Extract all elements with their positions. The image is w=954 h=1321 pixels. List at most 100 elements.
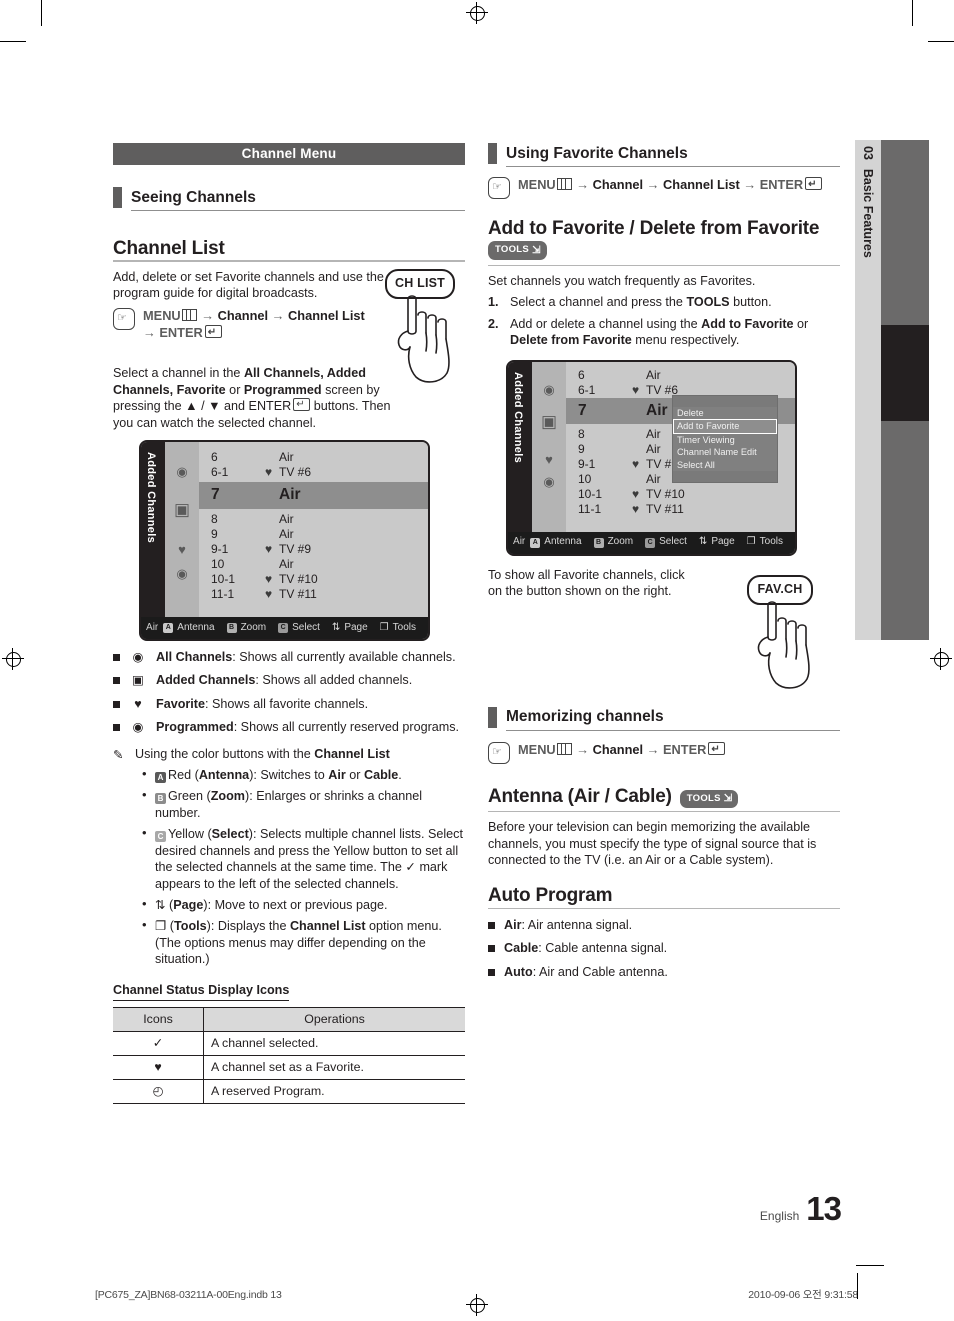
tv-row-heart xyxy=(265,450,279,465)
tv-side-label: Added Channels xyxy=(512,371,524,463)
tv-bottom-antenna[interactable]: A Antenna xyxy=(163,620,215,636)
heading-rule xyxy=(488,907,840,910)
tv-row[interactable]: 9 Air xyxy=(199,527,428,542)
tools-badge: TOOLS ⇲ xyxy=(679,789,739,809)
popup-item-timer-viewing[interactable]: Timer Viewing xyxy=(673,434,777,447)
tv-bottom-select[interactable]: C Select xyxy=(278,620,320,636)
channel-status-icons-table: Icons Operations ✓ A channel selected. ♥ A… xyxy=(113,1006,465,1104)
note-color-buttons: ✎ Using the color buttons with the Chann… xyxy=(113,746,465,968)
press-hand-icon: ☞ xyxy=(488,741,510,764)
tv-row-heart xyxy=(265,527,279,542)
option-desc: : Air and Cable antenna. xyxy=(532,964,668,979)
section-memorizing-channels: Memorizing channels xyxy=(488,706,840,731)
tv-channel-list-screen: Added Channels ◉ ▣ ♥ ◉ 6 Air 6-1 ♥ TV #6 7 A… xyxy=(139,440,430,642)
chapter-bar-next xyxy=(881,421,929,640)
list-item: ♥ Favorite: Shows all favorite channels. xyxy=(113,696,465,712)
tv-row[interactable]: 10 Air xyxy=(199,557,428,572)
tv-row-num: 6 xyxy=(211,450,218,465)
tv-row[interactable]: 10-1 ♥ TV #10 xyxy=(199,572,428,587)
tv-bottom-antenna[interactable]: A Antenna xyxy=(530,534,582,550)
red-key-icon: A xyxy=(155,772,166,784)
tv-row[interactable]: 11-1 ♥ TV #11 xyxy=(199,587,428,602)
tv-row-num: 6 xyxy=(578,367,585,382)
heading-antenna: Antenna (Air / Cable) xyxy=(488,785,672,807)
path-channel: Channel xyxy=(592,741,644,757)
pointing-hand-illustration xyxy=(757,600,810,689)
chapter-number: 03 xyxy=(861,146,876,160)
button-fn: Antenna xyxy=(198,768,250,783)
tv-bottom-page[interactable]: ⇅ Page xyxy=(699,534,735,550)
b: TOOLS xyxy=(686,295,730,310)
tools-icon: ❐ xyxy=(379,621,389,633)
tv-row-heart xyxy=(265,557,279,572)
enter-key-icon-2: ↵ xyxy=(293,398,311,412)
mode-desc: : Shows all favorite channels. xyxy=(205,696,369,711)
popup-footer xyxy=(673,471,777,483)
color-name: Yellow xyxy=(168,827,204,842)
tv-row[interactable]: 6 Air xyxy=(199,450,428,465)
tv-row-heart: ♥ xyxy=(632,456,640,471)
tools-popup-menu: Delete Add to Favorite Timer Viewing Cha… xyxy=(672,394,778,483)
registration-mark-top xyxy=(466,2,488,24)
th-operations: Operations xyxy=(203,1006,465,1032)
tv-row-num: 10-1 xyxy=(578,486,603,501)
ch-list-remote-graphic: CH LIST xyxy=(375,263,470,383)
section-seeing-channels: Seeing Channels xyxy=(113,187,465,211)
enter-key-icon: ↵ xyxy=(708,741,726,755)
desc: ): Move to next or previous page. xyxy=(203,897,388,912)
tv-row-name: TV #11 xyxy=(279,587,317,602)
tv-row-heart xyxy=(632,368,646,383)
menu-path-channel-list: ☞ MENU → Channel → Channel List → ENTER ↵ xyxy=(113,307,403,341)
popup-item-add-to-favorite[interactable]: Add to Favorite xyxy=(673,419,777,434)
tv-row[interactable]: 11-1 ♥ TV #11 xyxy=(566,502,795,517)
path-channel: Channel xyxy=(592,177,644,192)
right-column: Using Favorite Channels ☞ MENU → Channel… xyxy=(488,143,840,980)
list-item: ◉ All Channels: Shows all currently avail… xyxy=(113,649,465,665)
tv-row[interactable]: 9-1 ♥ TV #9 xyxy=(199,542,428,557)
section-tick xyxy=(488,706,497,728)
all-channels-icon: ◉ xyxy=(543,381,555,397)
tv-bottom-tools[interactable]: ❐ Tools xyxy=(380,620,416,636)
menu-label: MENU xyxy=(143,308,181,324)
key-b-icon: B xyxy=(593,537,604,548)
tv-bottom-select[interactable]: C Select xyxy=(645,534,687,550)
square-bullet xyxy=(113,654,120,662)
tv-row-selected[interactable]: 7 Air xyxy=(199,482,428,510)
pre: Add or delete a channel using the xyxy=(510,316,702,331)
mode-desc: : Shows all currently available channels… xyxy=(232,650,456,665)
tv-row[interactable]: 10-1 ♥ TV #10 xyxy=(566,487,795,502)
tv-row-name: TV #9 xyxy=(279,542,312,557)
menu-label: MENU xyxy=(518,177,556,192)
registration-mark-right xyxy=(930,648,952,670)
favorite-heart-icon: ♥ xyxy=(178,542,186,558)
tv-row[interactable]: 8 Air xyxy=(199,512,428,527)
updown-arrow-icon: ⇅ xyxy=(331,621,341,633)
tv-bottom-zoom[interactable]: B Zoom xyxy=(226,620,266,636)
mode-name: Programmed xyxy=(156,720,234,735)
popup-item-delete[interactable]: Delete xyxy=(673,407,777,420)
menu-grid-icon xyxy=(556,178,572,190)
tv-row[interactable]: 6 Air xyxy=(566,368,795,383)
manual-page: 03 Basic Features Channel Menu Seeing Ch… xyxy=(0,0,954,1321)
tv-row[interactable]: 6-1 ♥ TV #6 xyxy=(199,465,428,480)
list-item: 1. Select a channel and press the TOOLS b… xyxy=(488,294,840,310)
print-footer: [PC675_ZA]BN68-03211A-00Eng.indb 13 2010… xyxy=(0,1265,954,1307)
table-row: ◴ A reserved Program. xyxy=(113,1078,465,1104)
tools-badge: TOOLS ⇲ xyxy=(488,241,547,260)
popup-item-select-all[interactable]: Select All xyxy=(673,459,777,472)
tv-bottom-zoom[interactable]: B Zoom xyxy=(593,534,633,550)
tv-bottom-tools[interactable]: ❐ Tools xyxy=(747,534,783,550)
chapter-title: Basic Features xyxy=(861,168,876,258)
tools-icon: ❐ xyxy=(746,536,756,548)
favorite-show-note: To show all Favorite channels, click on … xyxy=(488,567,685,599)
tv-side-label-bar: Added Channels xyxy=(508,361,532,554)
table-header-row: Icons Operations xyxy=(113,1006,465,1032)
crop-mark-tl-v xyxy=(41,0,43,26)
list-item: 2. Add or delete a channel using the Add … xyxy=(488,316,840,349)
tools-icon: ❐ xyxy=(155,919,167,934)
popup-item-channel-name-edit[interactable]: Channel Name Edit xyxy=(673,446,777,459)
pencil-note-icon: ✎ xyxy=(113,747,124,762)
key-a-icon: A xyxy=(163,623,174,634)
tv-bottom-page[interactable]: ⇅ Page xyxy=(332,620,368,636)
color-name: Red xyxy=(168,768,192,783)
